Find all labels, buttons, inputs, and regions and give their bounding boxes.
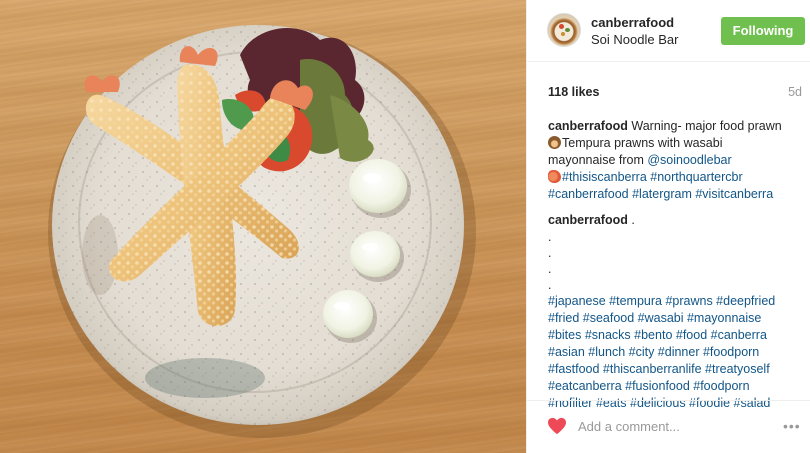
comment-first-line: canberrafood . bbox=[548, 212, 800, 229]
see-no-evil-monkey-icon bbox=[548, 136, 561, 149]
hashtag-line[interactable]: #fried #seafood #wasabi #mayonnaise bbox=[548, 310, 800, 327]
caption-line-5: #canberrafood #latergram #visitcanberra bbox=[548, 186, 800, 203]
comment-bar: ••• bbox=[527, 400, 810, 453]
caption-comment: canberrafood Warning- major food prawn T… bbox=[548, 118, 800, 203]
hashtag-line[interactable]: #japanese #tempura #prawns #deepfried bbox=[548, 293, 800, 310]
comment-username[interactable]: canberrafood bbox=[548, 119, 628, 133]
post-header: canberrafood Soi Noodle Bar Following bbox=[527, 0, 810, 62]
dot-line: . bbox=[548, 278, 552, 292]
post-location[interactable]: Soi Noodle Bar bbox=[591, 32, 678, 47]
post-username[interactable]: canberrafood bbox=[591, 15, 674, 30]
caption-line-3: mayonnaise from @soinoodlebar bbox=[548, 152, 800, 169]
caption-line-1: canberrafood Warning- major food prawn bbox=[548, 118, 800, 135]
following-button[interactable]: Following bbox=[721, 17, 805, 45]
avatar[interactable] bbox=[547, 13, 581, 47]
hashtag-link[interactable]: #canberrafood bbox=[548, 187, 629, 201]
likes-count[interactable]: 118 likes bbox=[548, 85, 599, 99]
hashtag-line[interactable]: #fastfood #thiscanberranlife #treatyosel… bbox=[548, 361, 800, 378]
caption-line-2: Tempura prawns with wasabi bbox=[548, 135, 800, 152]
hashtag-link[interactable]: #visitcanberra bbox=[695, 187, 773, 201]
hashtag-line[interactable]: #asian #lunch #city #dinner #foodporn bbox=[548, 344, 800, 361]
caption-line-4: #thisiscanberra #northquartercbr bbox=[548, 169, 800, 186]
comment-text: . bbox=[631, 213, 635, 227]
hashtag-link[interactable]: #northquartercbr bbox=[650, 170, 742, 184]
post-photo[interactable] bbox=[0, 0, 526, 453]
shrimp-icon bbox=[548, 170, 561, 183]
caption-text: Warning- major food prawn bbox=[631, 119, 782, 133]
dot-line: . bbox=[548, 262, 552, 276]
post-age[interactable]: 5d bbox=[788, 85, 802, 99]
caption-text: mayonnaise from bbox=[548, 153, 648, 167]
dot-line: . bbox=[548, 230, 552, 244]
dot-line: . bbox=[548, 246, 552, 260]
add-comment-input[interactable] bbox=[578, 415, 778, 437]
comment-username[interactable]: canberrafood bbox=[548, 213, 628, 227]
heart-icon[interactable] bbox=[547, 417, 567, 435]
hashtag-line[interactable]: #bites #snacks #bento #food #canberra bbox=[548, 327, 800, 344]
comments-list: canberrafood Warning- major food prawn T… bbox=[548, 118, 800, 421]
mention-link[interactable]: @soinoodlebar bbox=[647, 153, 731, 167]
hashtag-link[interactable]: #latergram bbox=[632, 187, 692, 201]
hashtag-comment: canberrafood . . . . . #japanese #tempur… bbox=[548, 212, 800, 412]
caption-text: Tempura prawns with wasabi bbox=[562, 136, 723, 150]
hashtag-link[interactable]: #thisiscanberra bbox=[562, 170, 647, 184]
plate-illustration bbox=[48, 25, 476, 438]
post-sidebar: canberrafood Soi Noodle Bar Following 11… bbox=[526, 0, 810, 453]
more-options-icon[interactable]: ••• bbox=[783, 419, 801, 433]
hashtag-line[interactable]: #eatcanberra #fusionfood #foodporn bbox=[548, 378, 800, 395]
